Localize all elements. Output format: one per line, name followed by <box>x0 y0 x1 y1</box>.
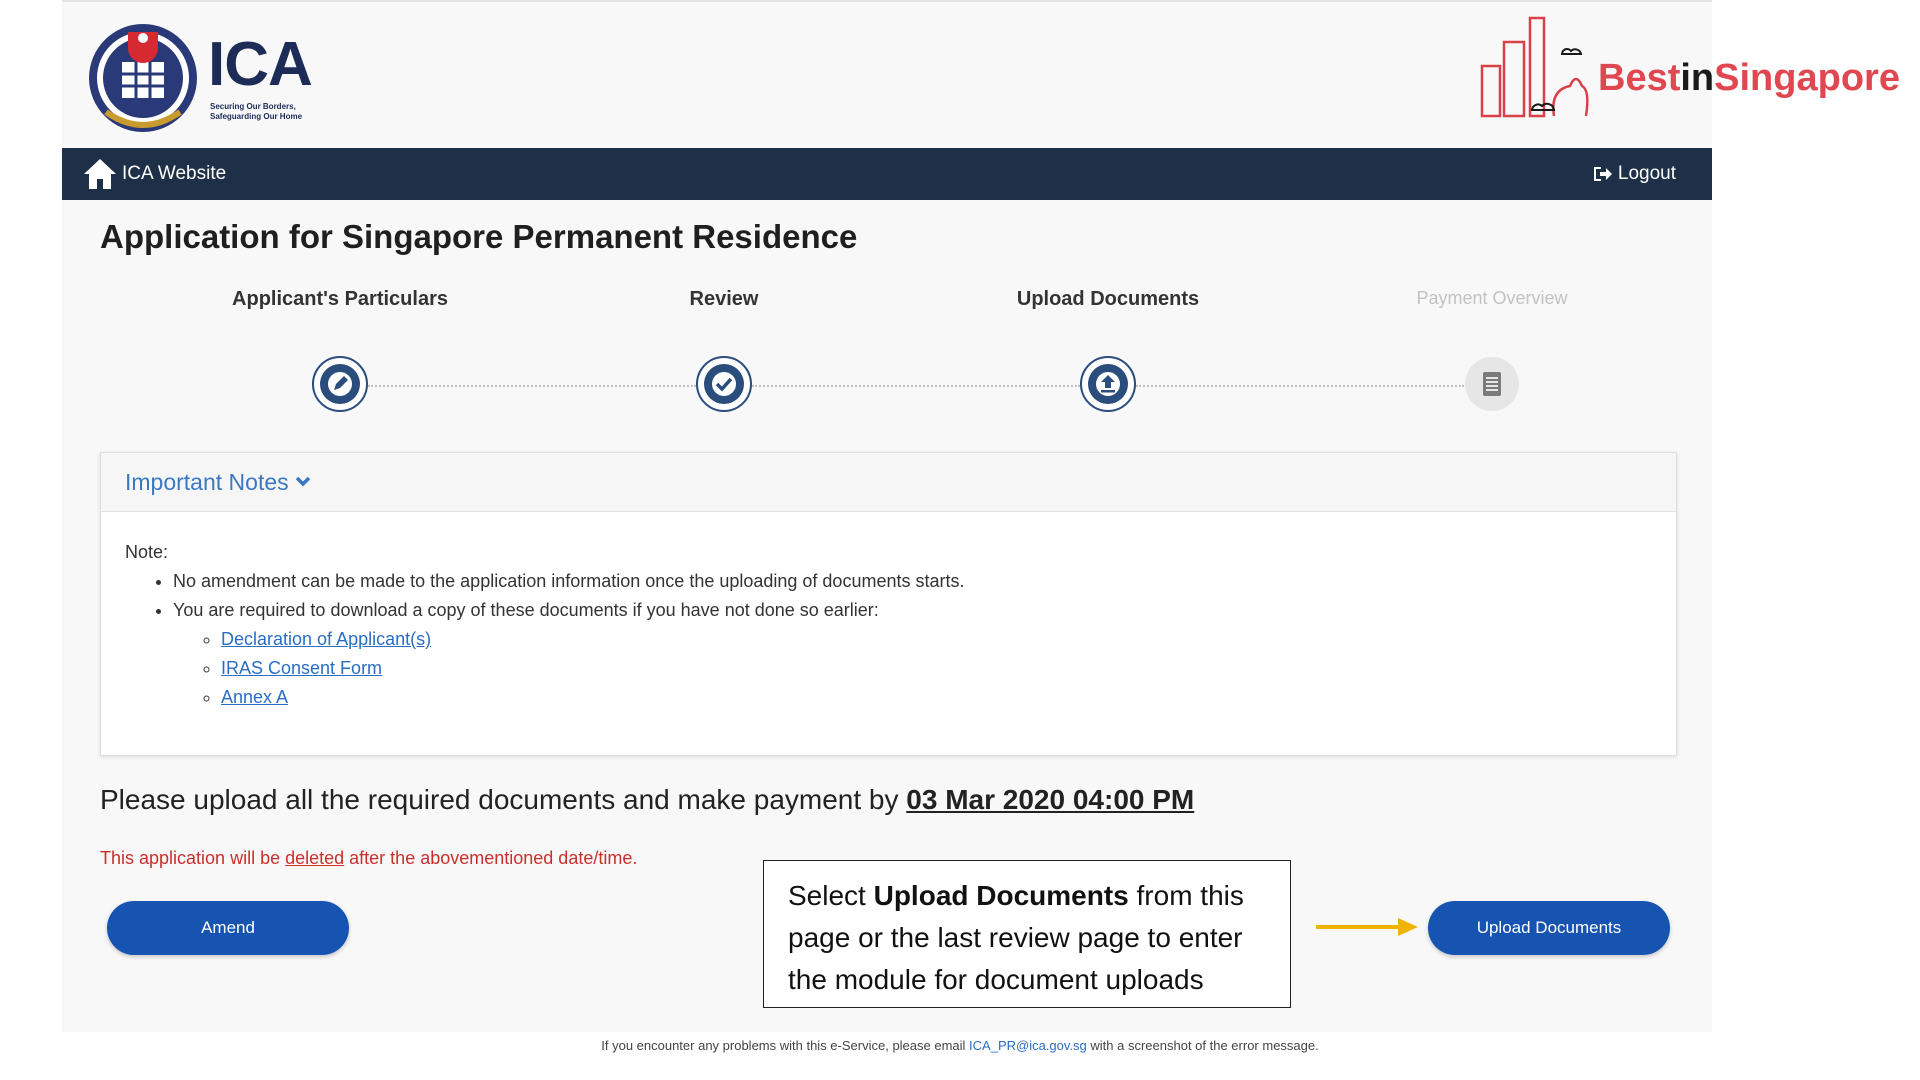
important-notes-toggle[interactable]: Important Notes <box>101 453 1676 512</box>
annex-a-link[interactable]: Annex A <box>221 687 288 707</box>
step-label-payment-overview: Payment Overview <box>1416 288 1568 308</box>
note-item: No amendment can be made to the applicat… <box>173 567 1652 596</box>
warning-suffix: after the abovementioned date/time. <box>344 848 638 868</box>
bestinsingapore-logo: BestinSingapore <box>1476 14 1900 119</box>
brand-suffix: Singapore <box>1714 57 1900 99</box>
brand-mid: in <box>1680 57 1715 99</box>
step-connector <box>752 385 1080 387</box>
warning-prefix: This application will be <box>100 848 286 868</box>
instruction-callout: Select Upload Documents from this page o… <box>763 860 1291 1008</box>
important-notes-body: Note: No amendment can be made to the ap… <box>101 512 1676 738</box>
note-label: Note: <box>125 542 169 562</box>
link-item: Declaration of Applicant(s) <box>221 625 1652 654</box>
city-skyline-icon <box>1480 16 1589 118</box>
step-connector <box>1136 385 1464 387</box>
link-item: Annex A <box>221 683 1652 712</box>
ica-tagline: Securing Our Borders, Safeguarding Our H… <box>210 102 302 122</box>
upload-documents-button[interactable]: Upload Documents <box>1428 901 1670 955</box>
step-payment-overview <box>1464 356 1520 412</box>
payment-deadline-text: Please upload all the required documents… <box>100 784 1194 816</box>
step-upload-documents[interactable] <box>1080 356 1136 412</box>
page-title: Application for Singapore Permanent Resi… <box>100 218 858 255</box>
logout-button[interactable]: Logout <box>1592 156 1676 192</box>
chevron-down-icon <box>295 476 310 487</box>
logout-icon <box>1593 167 1612 181</box>
deadline-prefix: Please upload all the required documents… <box>100 784 907 815</box>
iras-consent-form-link[interactable]: IRAS Consent Form <box>221 658 382 678</box>
pencil-icon <box>312 356 368 412</box>
ica-emblem-icon <box>89 24 197 132</box>
notes-list: No amendment can be made to the applicat… <box>125 567 1652 712</box>
step-review[interactable] <box>696 356 752 412</box>
brand-prefix: Best <box>1598 57 1681 99</box>
deletion-warning: This application will be deleted after t… <box>100 848 637 869</box>
warning-emphasis: deleted <box>285 848 345 868</box>
arrow-right-icon <box>1316 918 1418 936</box>
note-item-text: You are required to download a copy of t… <box>173 600 879 620</box>
ica-logo-text: ICA <box>208 30 313 99</box>
bestinsingapore-wordmark: BestinSingapore <box>1598 58 1900 98</box>
document-icon <box>1465 357 1519 411</box>
ica-website-label: ICA Website <box>122 163 227 184</box>
ica-tagline-line2: Safeguarding Our Home <box>210 112 303 121</box>
callout-bold: Upload Documents <box>873 880 1129 911</box>
step-label-review: Review <box>689 288 759 310</box>
step-label-applicants-particulars: Applicant's Particulars <box>232 288 448 310</box>
logout-label: Logout <box>1617 163 1676 184</box>
declaration-link[interactable]: Declaration of Applicant(s) <box>221 629 431 649</box>
upload-icon <box>1080 356 1136 412</box>
step-connector <box>368 385 696 387</box>
footer-help-text: If you encounter any problems with this … <box>0 1038 1920 1053</box>
step-applicants-particulars[interactable] <box>312 356 368 412</box>
ica-tagline-line1: Securing Our Borders, <box>210 102 296 111</box>
home-icon <box>84 159 116 189</box>
support-email-link[interactable]: ICA_PR@ica.gov.sg <box>969 1038 1087 1053</box>
step-label-upload-documents: Upload Documents <box>1016 288 1200 310</box>
callout-prefix: Select <box>788 880 874 911</box>
link-item: IRAS Consent Form <box>221 654 1652 683</box>
check-icon <box>696 356 752 412</box>
footer-suffix: with a screenshot of the error message. <box>1086 1038 1319 1053</box>
footer-prefix: If you encounter any problems with this … <box>601 1038 970 1053</box>
top-navbar: ICA Website Logout <box>62 148 1712 200</box>
amend-button[interactable]: Amend <box>107 901 349 955</box>
document-links-list: Declaration of Applicant(s) IRAS Consent… <box>173 625 1652 712</box>
important-notes-panel: Important Notes Note: No amendment can b… <box>100 452 1677 756</box>
important-notes-title: Important Notes <box>125 468 289 495</box>
ica-website-link[interactable]: ICA Website <box>82 156 226 192</box>
note-item: You are required to download a copy of t… <box>173 596 1652 712</box>
deadline-date: 03 Mar 2020 04:00 PM <box>906 784 1195 815</box>
ica-logo[interactable]: ICA Securing Our Borders, Safeguarding O… <box>84 16 324 136</box>
